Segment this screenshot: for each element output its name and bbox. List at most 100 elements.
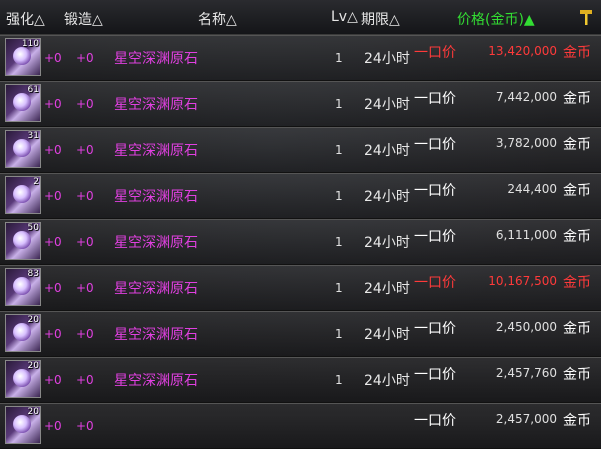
table-header: 强化△ 锻造△ 名称△ Lv△ 期限△ 价格(金币)▲ [0, 0, 601, 35]
price-amount: 2,457,760 [495, 366, 557, 380]
forge-value: +0 [76, 419, 94, 433]
enhance-value: +0 [44, 189, 62, 203]
enhance-value: +0 [44, 281, 62, 295]
listing-duration: 24小时 [364, 327, 410, 343]
item-icon[interactable]: 110 [5, 38, 41, 76]
enhance-value: +0 [44, 373, 62, 387]
stack-count: 20 [27, 407, 39, 417]
currency-label: 金币 [563, 137, 591, 153]
item-icon[interactable]: 83 [5, 268, 41, 306]
item-icon[interactable]: 50 [5, 222, 41, 260]
currency-label: 金币 [563, 45, 591, 61]
listing-row[interactable]: 61 +0 +0 星空深渊原石 1 24小时 一口价 7,442,000 金币 [0, 81, 601, 127]
enhance-value: +0 [44, 235, 62, 249]
currency-label: 金币 [563, 275, 591, 291]
item-level: 1 [335, 189, 343, 203]
forge-value: +0 [76, 189, 94, 203]
price-type: 一口价 [414, 183, 456, 199]
item-name: 星空深渊原石 [114, 235, 198, 251]
price-type: 一口价 [414, 91, 456, 107]
item-name: 星空深渊原石 [114, 143, 198, 159]
item-level: 1 [335, 373, 343, 387]
stack-count: 110 [21, 39, 39, 49]
forge-value: +0 [76, 51, 94, 65]
item-icon[interactable]: 20 [5, 314, 41, 352]
stack-count: 2 [33, 177, 39, 187]
listing-row[interactable]: 20 +0 +0 星空深渊原石 1 24小时 一口价 2,457,760 金币 [0, 357, 601, 403]
listing-duration: 24小时 [364, 235, 410, 251]
item-icon[interactable]: 2 [5, 176, 41, 214]
listing-row[interactable]: 20 +0 +0 一口价 2,457,000 金币 [0, 403, 601, 449]
price-type: 一口价 [414, 45, 456, 61]
price-amount: 2,457,000 [495, 412, 557, 426]
listing-row[interactable]: 2 +0 +0 星空深渊原石 1 24小时 一口价 244,400 金币 [0, 173, 601, 219]
item-level: 1 [335, 143, 343, 157]
item-name: 星空深渊原石 [114, 281, 198, 297]
currency-label: 金币 [563, 229, 591, 245]
item-icon[interactable]: 20 [5, 360, 41, 398]
listing-duration: 24小时 [364, 143, 410, 159]
stack-count: 50 [27, 223, 39, 233]
listing-row[interactable]: 83 +0 +0 星空深渊原石 1 24小时 一口价 10,167,500 金币 [0, 265, 601, 311]
currency-label: 金币 [563, 413, 591, 429]
enhance-value: +0 [44, 327, 62, 341]
price-amount: 7,442,000 [495, 90, 557, 104]
price-amount: 244,400 [507, 182, 557, 196]
listing-duration: 24小时 [364, 97, 410, 113]
forge-value: +0 [76, 143, 94, 157]
price-type: 一口价 [414, 413, 456, 429]
listing-duration: 24小时 [364, 51, 410, 67]
forge-value: +0 [76, 97, 94, 111]
enhance-value: +0 [44, 51, 62, 65]
stack-count: 61 [27, 85, 39, 95]
column-duration-header[interactable]: 期限△ [361, 9, 400, 29]
column-forge-header[interactable]: 锻造△ [64, 9, 103, 29]
stack-count: 20 [27, 315, 39, 325]
item-icon[interactable]: 20 [5, 406, 41, 444]
item-level: 1 [335, 327, 343, 341]
price-amount: 2,450,000 [495, 320, 557, 334]
item-icon[interactable]: 31 [5, 130, 41, 168]
stack-count: 31 [27, 131, 39, 141]
item-icon[interactable]: 61 [5, 84, 41, 122]
item-level: 1 [335, 51, 343, 65]
listing-row[interactable]: 110 +0 +0 星空深渊原石 1 24小时 一口价 13,420,000 金币 [0, 35, 601, 81]
enhance-value: +0 [44, 97, 62, 111]
stack-count: 20 [27, 361, 39, 371]
listing-row[interactable]: 20 +0 +0 星空深渊原石 1 24小时 一口价 2,450,000 金币 [0, 311, 601, 357]
price-amount: 10,167,500 [488, 274, 557, 288]
price-amount: 6,111,000 [495, 228, 557, 242]
price-type: 一口价 [414, 367, 456, 383]
item-name: 星空深渊原石 [114, 327, 198, 343]
item-level: 1 [335, 235, 343, 249]
item-name: 星空深渊原石 [114, 373, 198, 389]
item-level: 1 [335, 281, 343, 295]
price-type: 一口价 [414, 137, 456, 153]
column-level-header[interactable]: Lv△ [331, 9, 358, 25]
column-enhance-header[interactable]: 强化△ [6, 9, 45, 29]
forge-value: +0 [76, 235, 94, 249]
forge-value: +0 [76, 281, 94, 295]
item-level: 1 [335, 97, 343, 111]
stack-count: 83 [27, 269, 39, 279]
column-name-header[interactable]: 名称△ [198, 9, 237, 29]
forge-value: +0 [76, 373, 94, 387]
currency-label: 金币 [563, 91, 591, 107]
enhance-value: +0 [44, 143, 62, 157]
price-type: 一口价 [414, 229, 456, 245]
price-type: 一口价 [414, 275, 456, 291]
listing-row[interactable]: 31 +0 +0 星空深渊原石 1 24小时 一口价 3,782,000 金币 [0, 127, 601, 173]
listing-row[interactable]: 50 +0 +0 星空深渊原石 1 24小时 一口价 6,111,000 金币 [0, 219, 601, 265]
enhance-value: +0 [44, 419, 62, 433]
listing-duration: 24小时 [364, 189, 410, 205]
hammer-icon[interactable] [578, 8, 594, 26]
currency-label: 金币 [563, 367, 591, 383]
item-name: 星空深渊原石 [114, 189, 198, 205]
currency-label: 金币 [563, 321, 591, 337]
currency-label: 金币 [563, 183, 591, 199]
listing-duration: 24小时 [364, 373, 410, 389]
price-amount: 13,420,000 [488, 44, 557, 58]
item-name: 星空深渊原石 [114, 97, 198, 113]
column-price-header[interactable]: 价格(金币)▲ [457, 9, 535, 29]
price-type: 一口价 [414, 321, 456, 337]
